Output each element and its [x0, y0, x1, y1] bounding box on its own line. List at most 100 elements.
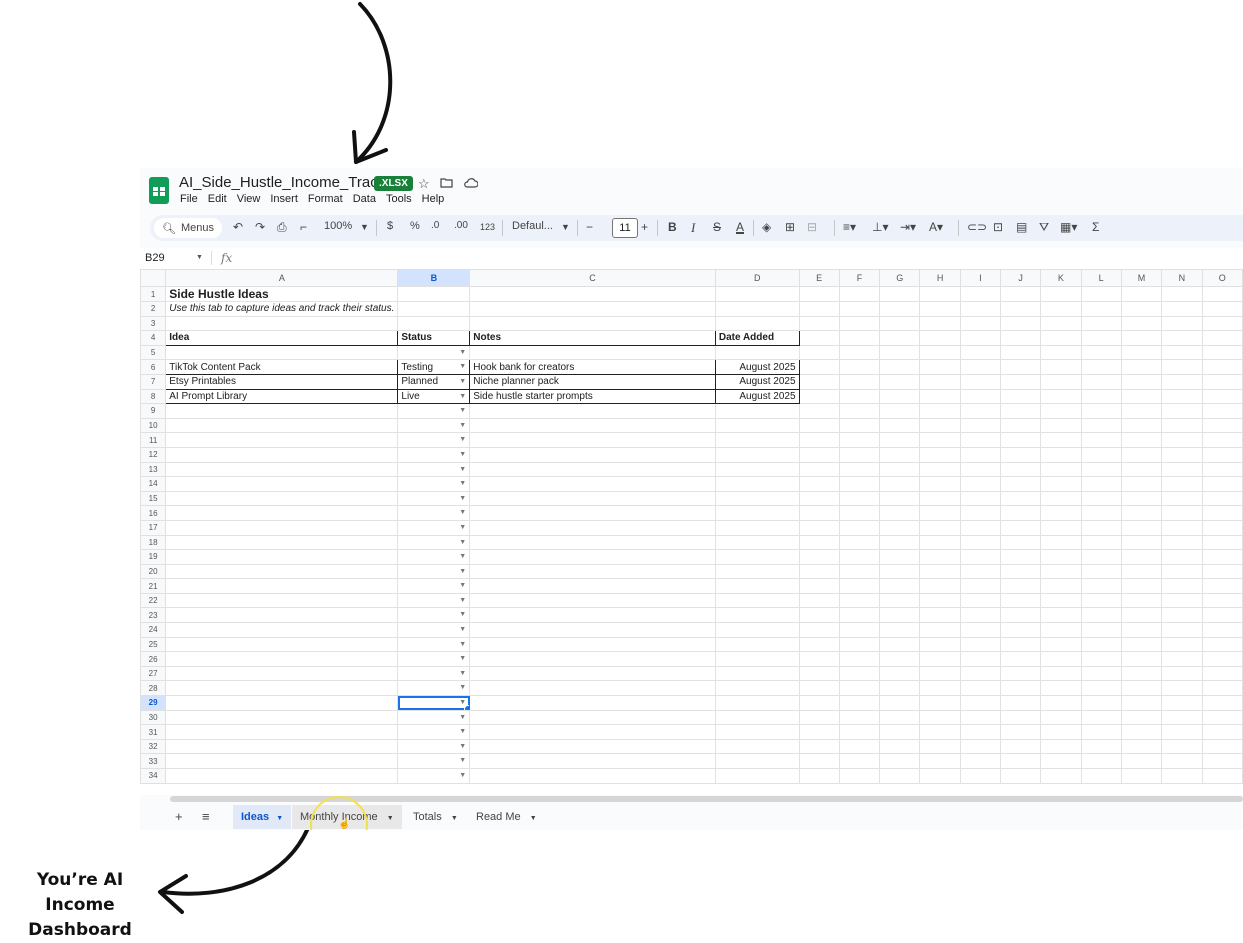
spreadsheet-grid[interactable]: A B C D E F G H I J K L M N O 1 Side Hus…	[140, 269, 1243, 795]
status-dropdown[interactable]: ▼	[397, 738, 471, 755]
tab-read-me[interactable]: Read Me ▼	[468, 805, 545, 829]
column-header[interactable]: J	[1000, 269, 1042, 287]
cell[interactable]	[798, 505, 840, 521]
status-dropdown[interactable]: ▼	[397, 417, 471, 434]
cell[interactable]	[1201, 417, 1243, 434]
cell[interactable]	[714, 549, 800, 565]
cell[interactable]	[838, 563, 881, 580]
cell[interactable]	[959, 505, 1002, 521]
cell[interactable]	[879, 592, 921, 609]
number-format-button[interactable]: 123	[480, 222, 495, 232]
cell[interactable]	[879, 738, 921, 755]
percent-button[interactable]: %	[410, 220, 420, 232]
cell[interactable]	[919, 286, 961, 302]
dropdown-chevron-icon[interactable]: ▼	[459, 667, 466, 680]
cell[interactable]	[469, 476, 716, 492]
cell[interactable]: August 2025	[714, 388, 800, 405]
cell[interactable]	[838, 622, 881, 638]
formula-input[interactable]	[240, 250, 1230, 266]
cell[interactable]	[959, 403, 1002, 419]
row-header[interactable]: 27	[140, 665, 167, 682]
cell[interactable]	[798, 476, 840, 492]
dropdown-chevron-icon[interactable]: ▼	[459, 536, 466, 549]
column-header[interactable]: E	[798, 269, 840, 287]
cell[interactable]	[959, 417, 1002, 434]
cell[interactable]	[469, 344, 716, 361]
cell[interactable]	[798, 607, 840, 624]
cell[interactable]	[1000, 563, 1042, 580]
cell[interactable]	[879, 768, 921, 784]
cell[interactable]	[1000, 432, 1042, 448]
status-dropdown[interactable]: ▼	[397, 403, 471, 419]
cell[interactable]	[798, 563, 840, 580]
menu-help[interactable]: Help	[422, 193, 445, 205]
status-dropdown[interactable]: Live ▼	[397, 388, 471, 405]
cell[interactable]	[1201, 724, 1243, 740]
cell[interactable]	[798, 709, 840, 726]
cell[interactable]	[165, 695, 399, 711]
cell[interactable]	[959, 665, 1002, 682]
cell[interactable]	[879, 476, 921, 492]
cell[interactable]	[879, 622, 921, 638]
cell[interactable]	[714, 738, 800, 755]
cell[interactable]	[1080, 315, 1122, 332]
cell[interactable]	[1000, 534, 1042, 551]
cell[interactable]	[1080, 680, 1122, 697]
cell[interactable]	[1040, 505, 1082, 521]
cell[interactable]	[1040, 417, 1082, 434]
cell[interactable]	[1201, 636, 1243, 653]
cell[interactable]	[1040, 738, 1082, 755]
cell[interactable]	[838, 724, 881, 740]
cell[interactable]	[1201, 680, 1243, 697]
cell[interactable]	[469, 315, 716, 332]
cell[interactable]	[919, 417, 961, 434]
row-header[interactable]: 25	[140, 636, 167, 653]
menus-search[interactable]: 🔍︎ Menus	[154, 218, 222, 238]
cell[interactable]	[1000, 301, 1042, 317]
cell[interactable]	[879, 490, 921, 507]
menu-edit[interactable]: Edit	[208, 193, 227, 205]
cell[interactable]	[1201, 738, 1243, 755]
cell[interactable]	[1000, 315, 1042, 332]
cell[interactable]	[1080, 432, 1122, 448]
status-dropdown[interactable]: ▼	[397, 680, 471, 697]
cell[interactable]	[838, 665, 881, 682]
cell[interactable]	[1120, 490, 1163, 507]
cell[interactable]	[1120, 578, 1163, 594]
cell[interactable]	[1000, 286, 1042, 302]
menu-tools[interactable]: Tools	[386, 193, 412, 205]
cell[interactable]	[919, 505, 961, 521]
cell[interactable]	[1120, 519, 1163, 536]
cell[interactable]	[879, 417, 921, 434]
tab-chevron-icon[interactable]: ▼	[387, 815, 394, 822]
cell[interactable]	[838, 359, 881, 375]
cell[interactable]	[838, 695, 881, 711]
row-header[interactable]: 18	[140, 534, 167, 551]
cell[interactable]	[1161, 373, 1203, 390]
font-size-input[interactable]: 11	[612, 218, 638, 238]
cell[interactable]	[1161, 753, 1203, 769]
cell[interactable]	[1201, 286, 1243, 302]
row-header[interactable]: 7	[140, 373, 167, 390]
cell[interactable]	[919, 738, 961, 755]
cell[interactable]	[1080, 388, 1122, 405]
cell[interactable]	[165, 768, 399, 784]
cell[interactable]	[959, 315, 1002, 332]
cell[interactable]	[165, 417, 399, 434]
cell[interactable]	[1120, 549, 1163, 565]
cell[interactable]	[1080, 549, 1122, 565]
cell[interactable]	[959, 709, 1002, 726]
cell[interactable]	[1120, 330, 1163, 346]
font-chevron-icon[interactable]: ▼	[561, 222, 570, 232]
dropdown-chevron-icon[interactable]: ▼	[459, 507, 466, 520]
dropdown-chevron-icon[interactable]: ▼	[459, 521, 466, 534]
cell[interactable]	[959, 476, 1002, 492]
cell[interactable]	[959, 446, 1002, 463]
cell[interactable]	[959, 330, 1002, 346]
cell[interactable]	[879, 519, 921, 536]
cell[interactable]	[838, 344, 881, 361]
cell[interactable]	[1120, 344, 1163, 361]
cell[interactable]	[798, 519, 840, 536]
cell[interactable]	[714, 432, 800, 448]
dropdown-chevron-icon[interactable]: ▼	[459, 434, 466, 447]
